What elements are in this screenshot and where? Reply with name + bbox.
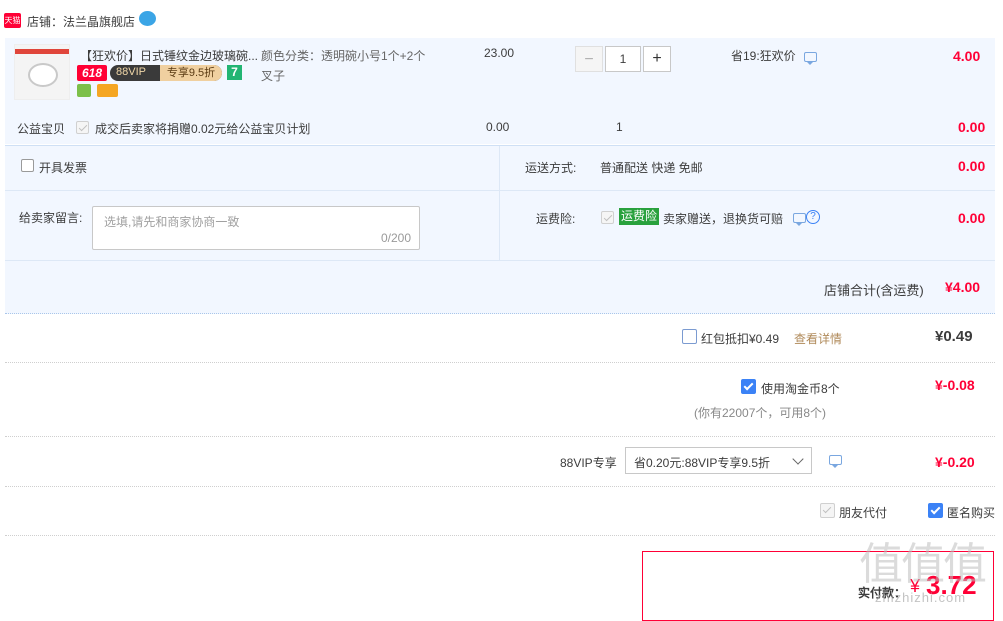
anonymous-checkbox[interactable] <box>928 503 943 518</box>
sku-label: 颜色分类：透明碗小号1个+2个 <box>261 49 426 63</box>
saving-label: 省19:狂欢价 <box>731 49 796 63</box>
service-icon-card <box>97 84 118 97</box>
store-total-label: 店铺合计(含运费) <box>824 283 924 298</box>
vip-select-value: 省0.20元:88VIP专享9.5折 <box>634 456 771 470</box>
coins-value: ¥-0.08 <box>935 377 975 393</box>
vertical-divider <box>499 146 500 260</box>
store-total-value: ¥4.00 <box>945 279 981 295</box>
divider-vip <box>5 486 995 487</box>
charity-qty: 1 <box>616 120 623 134</box>
pay-currency: ¥ <box>910 576 921 596</box>
friend-pay-checkbox <box>820 503 835 518</box>
pay-label: 实付款： <box>858 586 907 600</box>
charity-checkbox <box>76 121 89 134</box>
help-icon[interactable]: ? <box>806 210 820 224</box>
divider-options <box>5 535 995 536</box>
message-textarea[interactable]: 选填,请先和商家协商一致 0/200 <box>92 206 420 250</box>
coins-label[interactable]: 使用淘金币8个 <box>761 380 840 397</box>
message-placeholder: 选填,请先和商家协商一致 <box>104 215 240 229</box>
vip-chat-icon[interactable] <box>829 455 842 468</box>
vip-select[interactable]: 省0.20元:88VIP专享9.5折 <box>625 447 812 474</box>
friend-pay-label: 朋友代付 <box>839 506 888 520</box>
store-name[interactable]: 店铺：法兰晶旗舰店 <box>27 13 135 30</box>
service-icon-green <box>77 84 91 97</box>
insurance-checkbox <box>601 211 614 224</box>
item-subtotal: 4.00 <box>953 48 981 64</box>
item-thumbnail[interactable] <box>14 44 70 100</box>
redpacket-value: ¥0.49 <box>935 328 973 345</box>
store-header: 天猫 店铺：法兰晶旗舰店 <box>0 0 1003 38</box>
tmall-badge-icon: 天猫 <box>4 13 21 28</box>
insurance-tag: 运费险 <box>619 208 660 225</box>
message-counter: 0/200 <box>380 231 411 245</box>
charity-text: 成交后卖家将捐赠0.02元给公益宝贝计划 <box>95 122 311 136</box>
qty-plus-button[interactable]: + <box>643 46 671 72</box>
coins-checkbox[interactable] <box>741 379 756 394</box>
vip-label: 88VIP专享 <box>560 456 617 470</box>
badge-7day-return: 7 <box>227 65 242 80</box>
redpacket-details-link[interactable]: 查看详情 <box>794 330 842 347</box>
thumbnail-banner <box>15 49 69 54</box>
qty-minus-button[interactable]: − <box>575 46 603 72</box>
wangwang-chat-icon[interactable] <box>139 11 156 26</box>
sku-label-line2: 叉子 <box>261 69 286 83</box>
redpacket-label[interactable]: 红包抵扣¥0.49 <box>701 330 779 347</box>
insurance-label: 运费险: <box>536 212 576 226</box>
anonymous-label[interactable]: 匿名购买 <box>947 504 995 521</box>
invoice-label[interactable]: 开具发票 <box>39 159 87 176</box>
divider-redpacket <box>5 362 995 363</box>
shipping-price: 0.00 <box>958 158 986 174</box>
thumbnail-bowl <box>28 63 58 87</box>
bottom-divider <box>5 260 995 261</box>
item-price: 23.00 <box>484 46 515 60</box>
message-label: 给卖家留言: <box>19 211 83 225</box>
badge-88vip-discount: 专享9.5折 <box>160 65 222 81</box>
insurance-chat-icon[interactable] <box>793 213 806 226</box>
saving-chat-icon[interactable] <box>804 52 817 65</box>
pay-amount: 3.72 <box>926 570 977 600</box>
coins-note: (你有22007个，可用8个) <box>694 406 827 420</box>
shipping-label: 运送方式: <box>525 161 577 175</box>
shipping-method[interactable]: 普通配送 快递 免邮 <box>600 159 703 176</box>
redpacket-checkbox[interactable] <box>682 329 697 344</box>
left-divider <box>5 190 499 191</box>
invoice-checkbox[interactable] <box>21 159 34 172</box>
divider-coins <box>5 436 995 437</box>
chevron-down-icon <box>792 453 804 465</box>
qty-input[interactable]: 1 <box>605 46 641 72</box>
insurance-price: 0.00 <box>958 210 986 226</box>
vip-value: ¥-0.20 <box>935 454 975 470</box>
right-divider <box>500 190 995 191</box>
badge-88vip: 88VIP 专享9.5折 <box>110 65 222 81</box>
charity-label: 公益宝贝 <box>17 122 66 136</box>
insurance-text: 卖家赠送，退换货可赔 <box>663 212 784 226</box>
charity-price: 0.00 <box>486 120 510 134</box>
charity-subtotal: 0.00 <box>958 119 986 135</box>
item-title[interactable]: 【狂欢价】日式锤纹金边玻璃碗... <box>80 47 258 64</box>
badge-88vip-label: 88VIP <box>116 66 146 78</box>
badge-618: 618 <box>77 65 107 81</box>
